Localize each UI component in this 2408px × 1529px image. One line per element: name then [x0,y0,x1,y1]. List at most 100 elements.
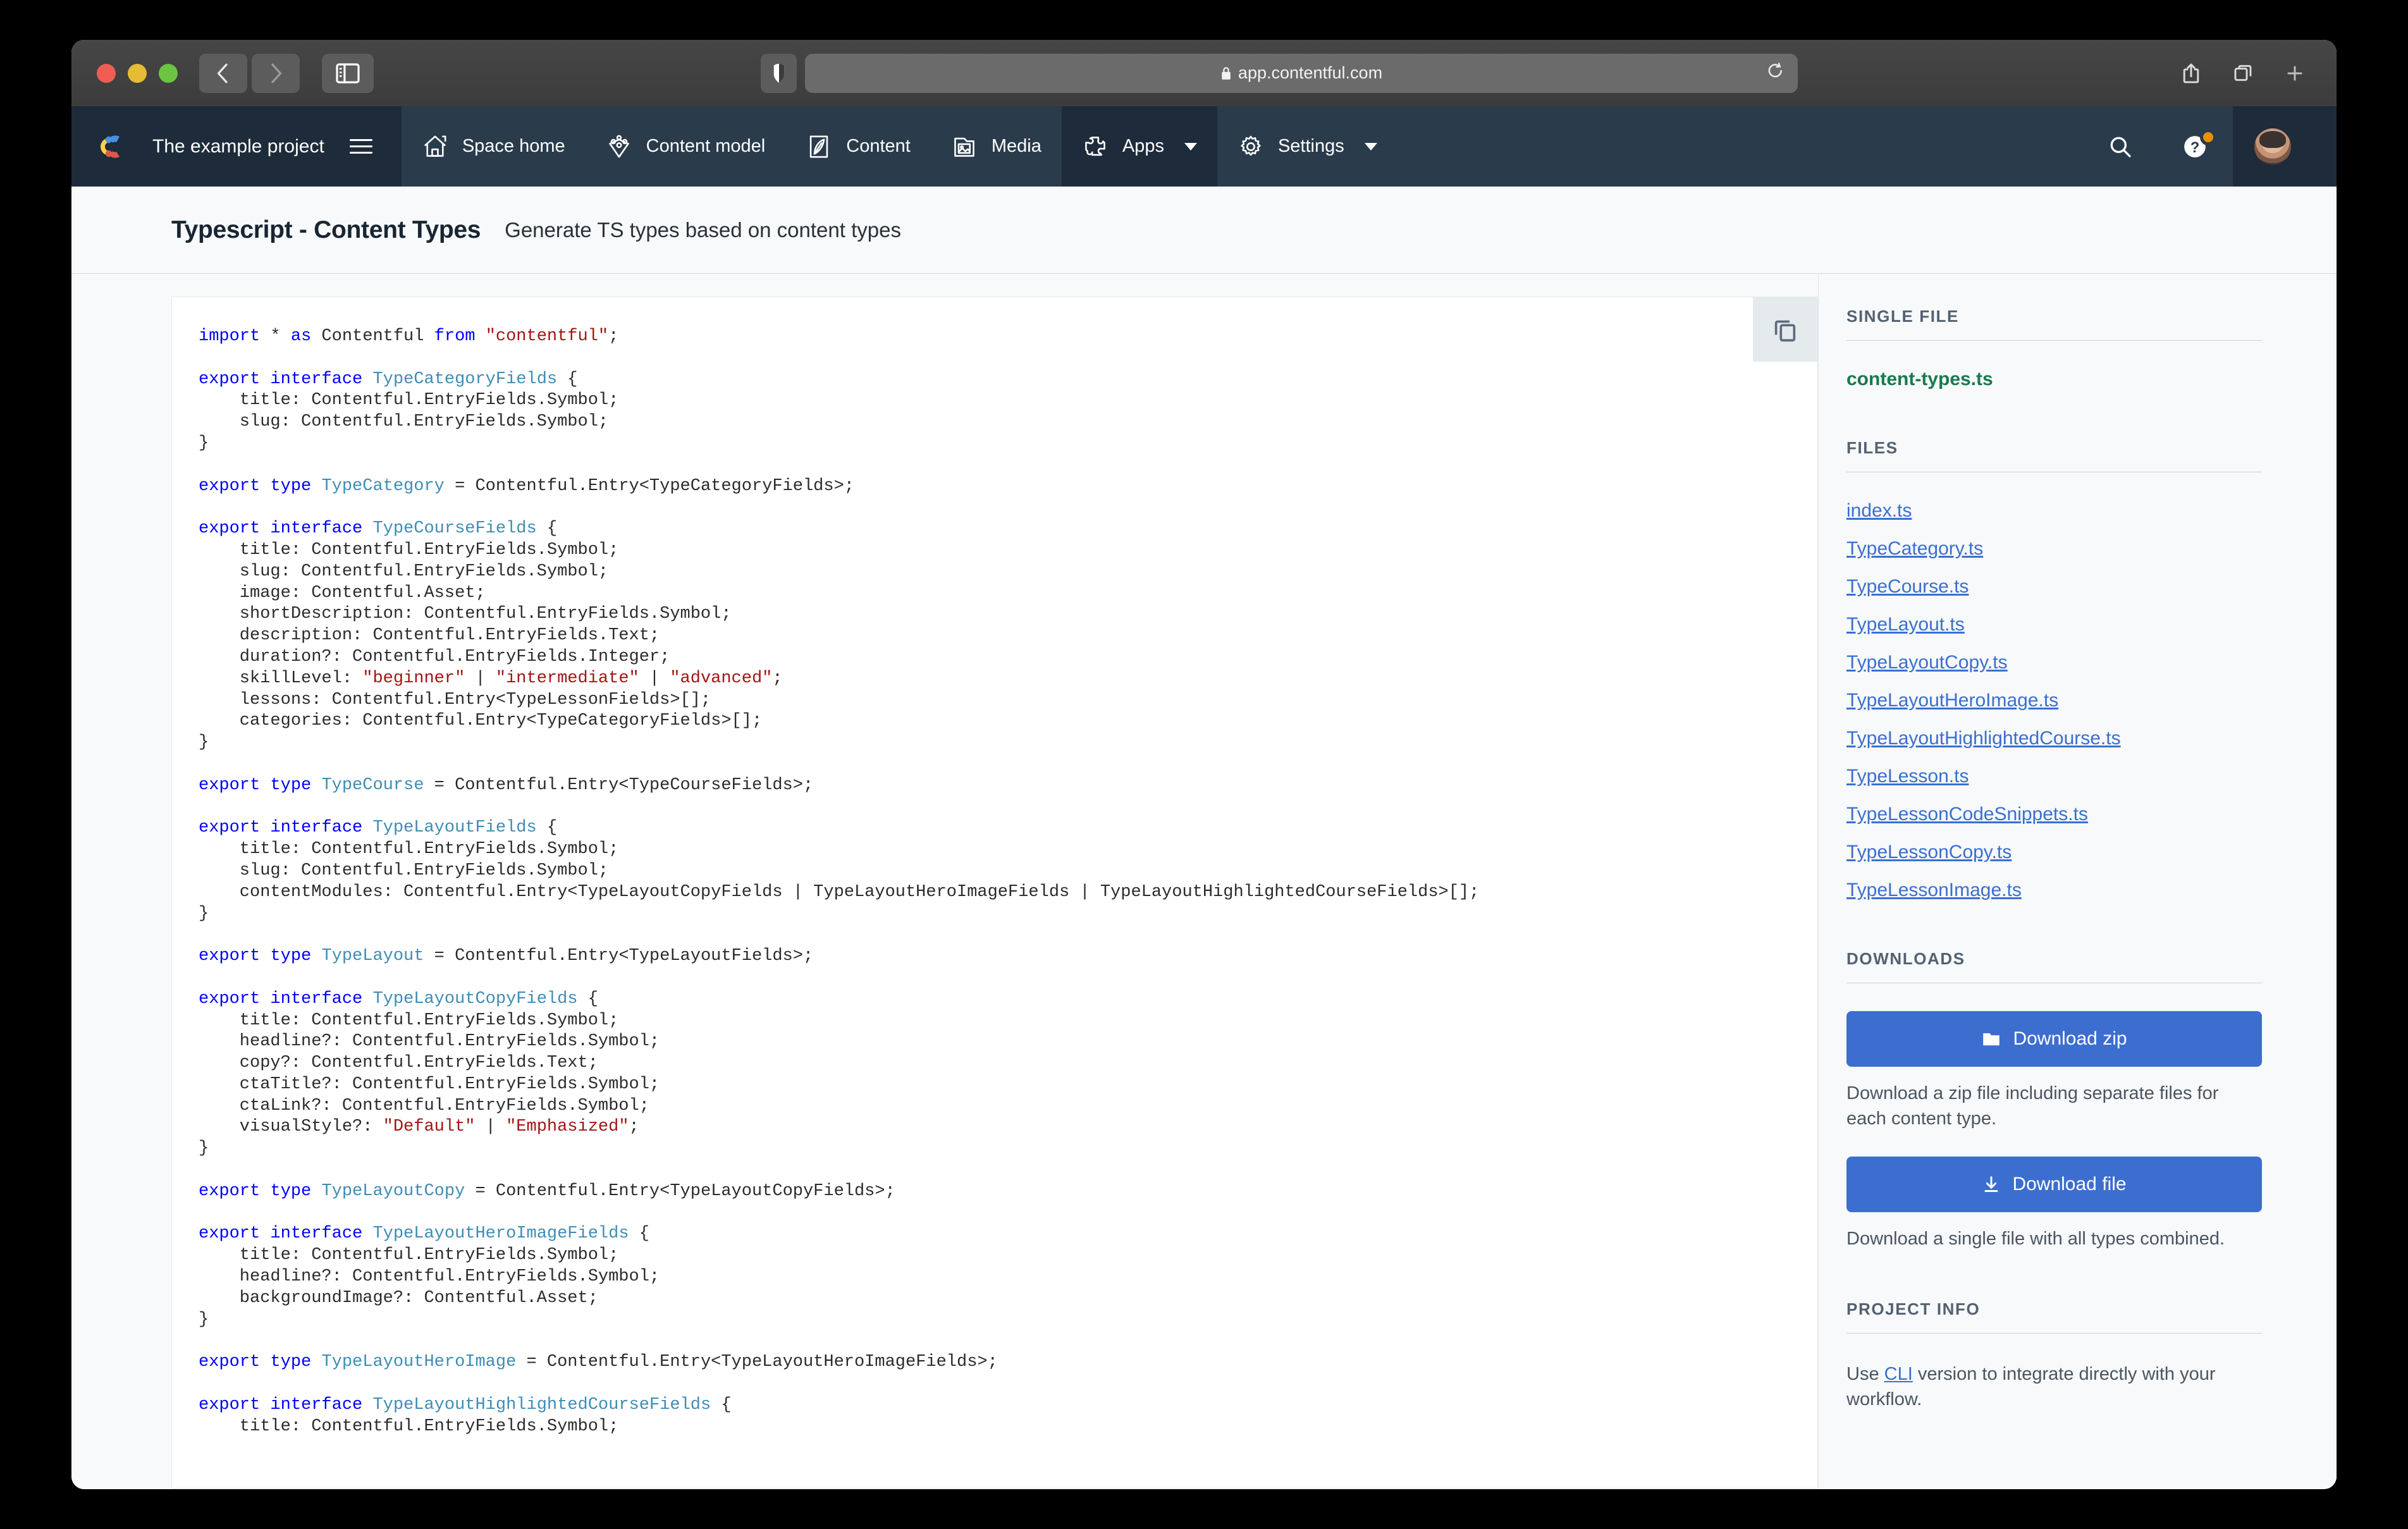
download-zip-button[interactable]: Download zip [1846,1011,2262,1067]
file-link[interactable]: TypeLayoutHeroImage.ts [1846,690,2262,711]
code-token: "beginner" [362,668,465,688]
nav-item-apps[interactable]: Apps [1061,106,1217,187]
new-tab-button[interactable] [2276,56,2314,91]
code-token: as [290,327,312,346]
tabs-overview-icon [2234,64,2252,81]
code-token: = Contentful.Entry<TypeLayoutFields>; [424,947,814,966]
details-sidebar: Single file content-types.ts Files index… [1818,274,2337,1489]
back-button[interactable] [199,53,247,93]
nav-label: Content model [646,136,766,156]
url-text-wrap: app.contentful.com [1220,63,1382,83]
content-quill-icon [810,135,828,157]
shield-icon [773,63,784,83]
minimize-window-button[interactable] [128,63,147,83]
code-token: import [199,327,261,346]
nav-item-settings[interactable]: Settings [1217,106,1398,187]
nav-item-space-home[interactable]: Space home [402,106,586,187]
nav-label: Space home [462,136,565,156]
code-token: "advanced" [670,668,773,688]
typescript-source[interactable]: import * as Contentful from "contentful"… [172,297,1817,1437]
account-menu[interactable] [2233,106,2337,187]
file-link[interactable]: TypeCategory.ts [1846,538,2262,560]
contentful-logo-icon [98,130,131,163]
code-token: TypeLayoutHeroImage [321,1353,517,1372]
code-token: backgroundImage?: Contentful.Asset; [199,1288,598,1308]
copy-code-button[interactable] [1753,297,1817,362]
privacy-report-button[interactable] [761,53,797,93]
code-token: TypeCategory [321,476,445,496]
download-zip-label: Download zip [2013,1028,2127,1049]
code-token: copy?: Contentful.EntryFields.Text; [199,1053,598,1073]
primary-nav-items: Space home Content model Content Media A… [402,106,1398,187]
forward-button[interactable] [252,53,300,93]
code-token: TypeLayoutHighlightedCourseFields [372,1395,711,1415]
code-token: { [557,369,578,389]
file-link[interactable]: index.ts [1846,500,2262,522]
active-file-name[interactable]: content-types.ts [1846,369,2262,390]
nav-item-content-model[interactable]: Content model [586,106,786,187]
code-token: export type [199,1181,312,1201]
code-token: ; [608,327,619,346]
code-token: ctaLink?: Contentful.EntryFields.Symbol; [199,1096,649,1115]
folder-icon [1983,1033,2000,1046]
code-token: { [711,1395,732,1415]
code-token: TypeLayoutFields [372,818,537,838]
code-token: duration?: Contentful.EntryFields.Intege… [199,647,670,666]
nav-label: Settings [1277,136,1344,156]
code-token: image: Contentful.Asset; [199,583,486,603]
maximize-window-button[interactable] [159,63,178,83]
code-token: description: Contentful.EntryFields.Text… [199,626,660,646]
cli-link[interactable]: CLI [1884,1364,1913,1384]
nav-item-media[interactable]: Media [931,106,1062,187]
code-token: export interface [199,818,363,838]
code-token: export interface [199,989,363,1009]
file-link[interactable]: TypeLayout.ts [1846,614,2262,636]
code-token: ; [772,668,783,688]
browser-chrome: app.contentful.com [71,40,2337,106]
download-file-label: Download file [2012,1174,2127,1194]
code-token: = Contentful.Entry<TypeLayoutHeroImageFi… [516,1353,998,1372]
file-link[interactable]: TypeLayoutHighlightedCourse.ts [1846,728,2262,749]
home-icon [424,135,446,157]
files-heading: Files [1846,438,2262,472]
code-token: skillLevel: [199,668,363,688]
file-link[interactable]: TypeCourse.ts [1846,576,2262,598]
code-token: "Default" [383,1117,476,1137]
file-link[interactable]: TypeLesson.ts [1846,766,2262,787]
url-input[interactable]: app.contentful.com [805,53,1798,93]
code-token: TypeLayoutCopyFields [372,989,578,1009]
code-token: visualStyle?: [199,1117,383,1137]
space-brand[interactable]: The example project [71,106,402,187]
reload-button[interactable] [1767,62,1784,84]
browser-window: app.contentful.com The example project S… [71,40,2337,1489]
code-token: export type [199,775,312,795]
file-link[interactable]: TypeLessonImage.ts [1846,880,2262,901]
code-token: = Contentful.Entry<TypeCategoryFields>; [444,476,854,496]
help-button[interactable]: ? [2157,106,2233,187]
file-link[interactable]: TypeLayoutCopy.ts [1846,652,2262,673]
code-token: TypeCategoryFields [372,369,558,389]
code-token: categories: Contentful.Entry<TypeCategor… [199,711,763,731]
search-button[interactable] [2084,106,2157,187]
nav-label: Media [991,136,1041,156]
share-button[interactable] [2172,56,2210,91]
nav-item-content[interactable]: Content [785,106,931,187]
code-token: export interface [199,1224,363,1244]
file-link[interactable]: TypeLessonCodeSnippets.ts [1846,804,2262,825]
code-token: export type [199,1353,312,1372]
gear-icon [1241,135,1261,156]
code-token: TypeLayoutCopy [321,1181,465,1201]
file-link[interactable]: TypeLessonCopy.ts [1846,842,2262,863]
close-window-button[interactable] [97,63,116,83]
hamburger-menu-icon[interactable] [349,139,372,154]
tabs-overview-button[interactable] [2224,56,2262,91]
page-content: import * as Contentful from "contentful"… [71,274,2337,1489]
sidebar-toggle-button[interactable] [322,53,374,93]
download-file-button[interactable]: Download file [1846,1157,2262,1212]
share-icon [2183,63,2199,83]
code-token: export type [199,947,312,966]
